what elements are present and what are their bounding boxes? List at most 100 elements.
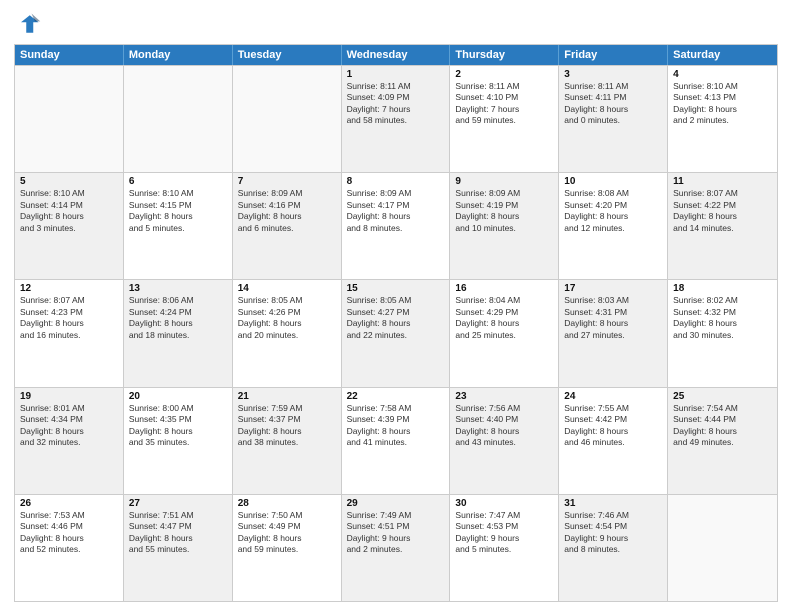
day-info: Sunrise: 8:02 AM Sunset: 4:32 PM Dayligh… — [673, 295, 772, 341]
day-info: Sunrise: 8:11 AM Sunset: 4:09 PM Dayligh… — [347, 81, 445, 127]
day-number: 5 — [20, 176, 118, 187]
day-info: Sunrise: 7:51 AM Sunset: 4:47 PM Dayligh… — [129, 510, 227, 556]
calendar-cell-2-4: 8Sunrise: 8:09 AM Sunset: 4:17 PM Daylig… — [342, 173, 451, 279]
logo-icon — [14, 10, 42, 38]
day-info: Sunrise: 8:10 AM Sunset: 4:15 PM Dayligh… — [129, 188, 227, 234]
page: SundayMondayTuesdayWednesdayThursdayFrid… — [0, 0, 792, 612]
calendar-cell-1-7: 4Sunrise: 8:10 AM Sunset: 4:13 PM Daylig… — [668, 66, 777, 172]
calendar: SundayMondayTuesdayWednesdayThursdayFrid… — [14, 44, 778, 602]
day-number: 9 — [455, 176, 553, 187]
day-info: Sunrise: 8:03 AM Sunset: 4:31 PM Dayligh… — [564, 295, 662, 341]
day-info: Sunrise: 7:46 AM Sunset: 4:54 PM Dayligh… — [564, 510, 662, 556]
calendar-cell-4-1: 19Sunrise: 8:01 AM Sunset: 4:34 PM Dayli… — [15, 388, 124, 494]
day-number: 26 — [20, 498, 118, 509]
day-number: 23 — [455, 391, 553, 402]
weekday-header-sunday: Sunday — [15, 45, 124, 65]
day-info: Sunrise: 8:08 AM Sunset: 4:20 PM Dayligh… — [564, 188, 662, 234]
calendar-row-4: 19Sunrise: 8:01 AM Sunset: 4:34 PM Dayli… — [15, 387, 777, 494]
day-info: Sunrise: 8:10 AM Sunset: 4:14 PM Dayligh… — [20, 188, 118, 234]
calendar-cell-4-2: 20Sunrise: 8:00 AM Sunset: 4:35 PM Dayli… — [124, 388, 233, 494]
day-info: Sunrise: 8:09 AM Sunset: 4:16 PM Dayligh… — [238, 188, 336, 234]
day-number: 15 — [347, 283, 445, 294]
day-number: 13 — [129, 283, 227, 294]
day-number: 11 — [673, 176, 772, 187]
day-info: Sunrise: 7:53 AM Sunset: 4:46 PM Dayligh… — [20, 510, 118, 556]
calendar-cell-2-3: 7Sunrise: 8:09 AM Sunset: 4:16 PM Daylig… — [233, 173, 342, 279]
calendar-cell-1-5: 2Sunrise: 8:11 AM Sunset: 4:10 PM Daylig… — [450, 66, 559, 172]
calendar-row-5: 26Sunrise: 7:53 AM Sunset: 4:46 PM Dayli… — [15, 494, 777, 601]
calendar-cell-5-2: 27Sunrise: 7:51 AM Sunset: 4:47 PM Dayli… — [124, 495, 233, 601]
day-number: 10 — [564, 176, 662, 187]
calendar-cell-2-6: 10Sunrise: 8:08 AM Sunset: 4:20 PM Dayli… — [559, 173, 668, 279]
day-info: Sunrise: 7:47 AM Sunset: 4:53 PM Dayligh… — [455, 510, 553, 556]
day-number: 12 — [20, 283, 118, 294]
day-info: Sunrise: 8:01 AM Sunset: 4:34 PM Dayligh… — [20, 403, 118, 449]
calendar-cell-3-5: 16Sunrise: 8:04 AM Sunset: 4:29 PM Dayli… — [450, 280, 559, 386]
calendar-cell-4-5: 23Sunrise: 7:56 AM Sunset: 4:40 PM Dayli… — [450, 388, 559, 494]
calendar-cell-2-1: 5Sunrise: 8:10 AM Sunset: 4:14 PM Daylig… — [15, 173, 124, 279]
day-info: Sunrise: 8:11 AM Sunset: 4:10 PM Dayligh… — [455, 81, 553, 127]
calendar-cell-2-2: 6Sunrise: 8:10 AM Sunset: 4:15 PM Daylig… — [124, 173, 233, 279]
calendar-cell-5-7 — [668, 495, 777, 601]
day-info: Sunrise: 7:58 AM Sunset: 4:39 PM Dayligh… — [347, 403, 445, 449]
day-number: 19 — [20, 391, 118, 402]
day-number: 3 — [564, 69, 662, 80]
calendar-cell-2-5: 9Sunrise: 8:09 AM Sunset: 4:19 PM Daylig… — [450, 173, 559, 279]
day-number: 16 — [455, 283, 553, 294]
day-number: 31 — [564, 498, 662, 509]
day-number: 8 — [347, 176, 445, 187]
day-info: Sunrise: 7:56 AM Sunset: 4:40 PM Dayligh… — [455, 403, 553, 449]
calendar-cell-3-2: 13Sunrise: 8:06 AM Sunset: 4:24 PM Dayli… — [124, 280, 233, 386]
weekday-header-monday: Monday — [124, 45, 233, 65]
day-number: 22 — [347, 391, 445, 402]
calendar-row-2: 5Sunrise: 8:10 AM Sunset: 4:14 PM Daylig… — [15, 172, 777, 279]
weekday-header-saturday: Saturday — [668, 45, 777, 65]
day-info: Sunrise: 8:10 AM Sunset: 4:13 PM Dayligh… — [673, 81, 772, 127]
day-number: 2 — [455, 69, 553, 80]
day-info: Sunrise: 8:09 AM Sunset: 4:19 PM Dayligh… — [455, 188, 553, 234]
calendar-cell-4-7: 25Sunrise: 7:54 AM Sunset: 4:44 PM Dayli… — [668, 388, 777, 494]
calendar-cell-5-5: 30Sunrise: 7:47 AM Sunset: 4:53 PM Dayli… — [450, 495, 559, 601]
calendar-cell-5-4: 29Sunrise: 7:49 AM Sunset: 4:51 PM Dayli… — [342, 495, 451, 601]
day-number: 27 — [129, 498, 227, 509]
calendar-cell-3-4: 15Sunrise: 8:05 AM Sunset: 4:27 PM Dayli… — [342, 280, 451, 386]
day-number: 18 — [673, 283, 772, 294]
day-number: 20 — [129, 391, 227, 402]
calendar-cell-3-6: 17Sunrise: 8:03 AM Sunset: 4:31 PM Dayli… — [559, 280, 668, 386]
day-number: 1 — [347, 69, 445, 80]
day-number: 6 — [129, 176, 227, 187]
day-number: 14 — [238, 283, 336, 294]
day-number: 30 — [455, 498, 553, 509]
calendar-cell-4-3: 21Sunrise: 7:59 AM Sunset: 4:37 PM Dayli… — [233, 388, 342, 494]
calendar-cell-1-4: 1Sunrise: 8:11 AM Sunset: 4:09 PM Daylig… — [342, 66, 451, 172]
calendar-cell-5-6: 31Sunrise: 7:46 AM Sunset: 4:54 PM Dayli… — [559, 495, 668, 601]
day-info: Sunrise: 8:09 AM Sunset: 4:17 PM Dayligh… — [347, 188, 445, 234]
day-info: Sunrise: 8:04 AM Sunset: 4:29 PM Dayligh… — [455, 295, 553, 341]
calendar-cell-3-1: 12Sunrise: 8:07 AM Sunset: 4:23 PM Dayli… — [15, 280, 124, 386]
calendar-cell-3-3: 14Sunrise: 8:05 AM Sunset: 4:26 PM Dayli… — [233, 280, 342, 386]
day-number: 25 — [673, 391, 772, 402]
calendar-cell-2-7: 11Sunrise: 8:07 AM Sunset: 4:22 PM Dayli… — [668, 173, 777, 279]
calendar-body: 1Sunrise: 8:11 AM Sunset: 4:09 PM Daylig… — [15, 65, 777, 601]
header — [14, 10, 778, 38]
calendar-cell-1-1 — [15, 66, 124, 172]
calendar-row-1: 1Sunrise: 8:11 AM Sunset: 4:09 PM Daylig… — [15, 65, 777, 172]
calendar-header: SundayMondayTuesdayWednesdayThursdayFrid… — [15, 45, 777, 65]
day-number: 24 — [564, 391, 662, 402]
day-info: Sunrise: 8:05 AM Sunset: 4:27 PM Dayligh… — [347, 295, 445, 341]
calendar-row-3: 12Sunrise: 8:07 AM Sunset: 4:23 PM Dayli… — [15, 279, 777, 386]
day-info: Sunrise: 8:06 AM Sunset: 4:24 PM Dayligh… — [129, 295, 227, 341]
day-info: Sunrise: 8:07 AM Sunset: 4:23 PM Dayligh… — [20, 295, 118, 341]
logo — [14, 10, 46, 38]
calendar-cell-1-2 — [124, 66, 233, 172]
weekday-header-friday: Friday — [559, 45, 668, 65]
weekday-header-tuesday: Tuesday — [233, 45, 342, 65]
calendar-cell-5-3: 28Sunrise: 7:50 AM Sunset: 4:49 PM Dayli… — [233, 495, 342, 601]
day-info: Sunrise: 7:49 AM Sunset: 4:51 PM Dayligh… — [347, 510, 445, 556]
calendar-cell-5-1: 26Sunrise: 7:53 AM Sunset: 4:46 PM Dayli… — [15, 495, 124, 601]
day-info: Sunrise: 7:55 AM Sunset: 4:42 PM Dayligh… — [564, 403, 662, 449]
day-number: 7 — [238, 176, 336, 187]
calendar-cell-4-4: 22Sunrise: 7:58 AM Sunset: 4:39 PM Dayli… — [342, 388, 451, 494]
weekday-header-wednesday: Wednesday — [342, 45, 451, 65]
day-info: Sunrise: 8:07 AM Sunset: 4:22 PM Dayligh… — [673, 188, 772, 234]
